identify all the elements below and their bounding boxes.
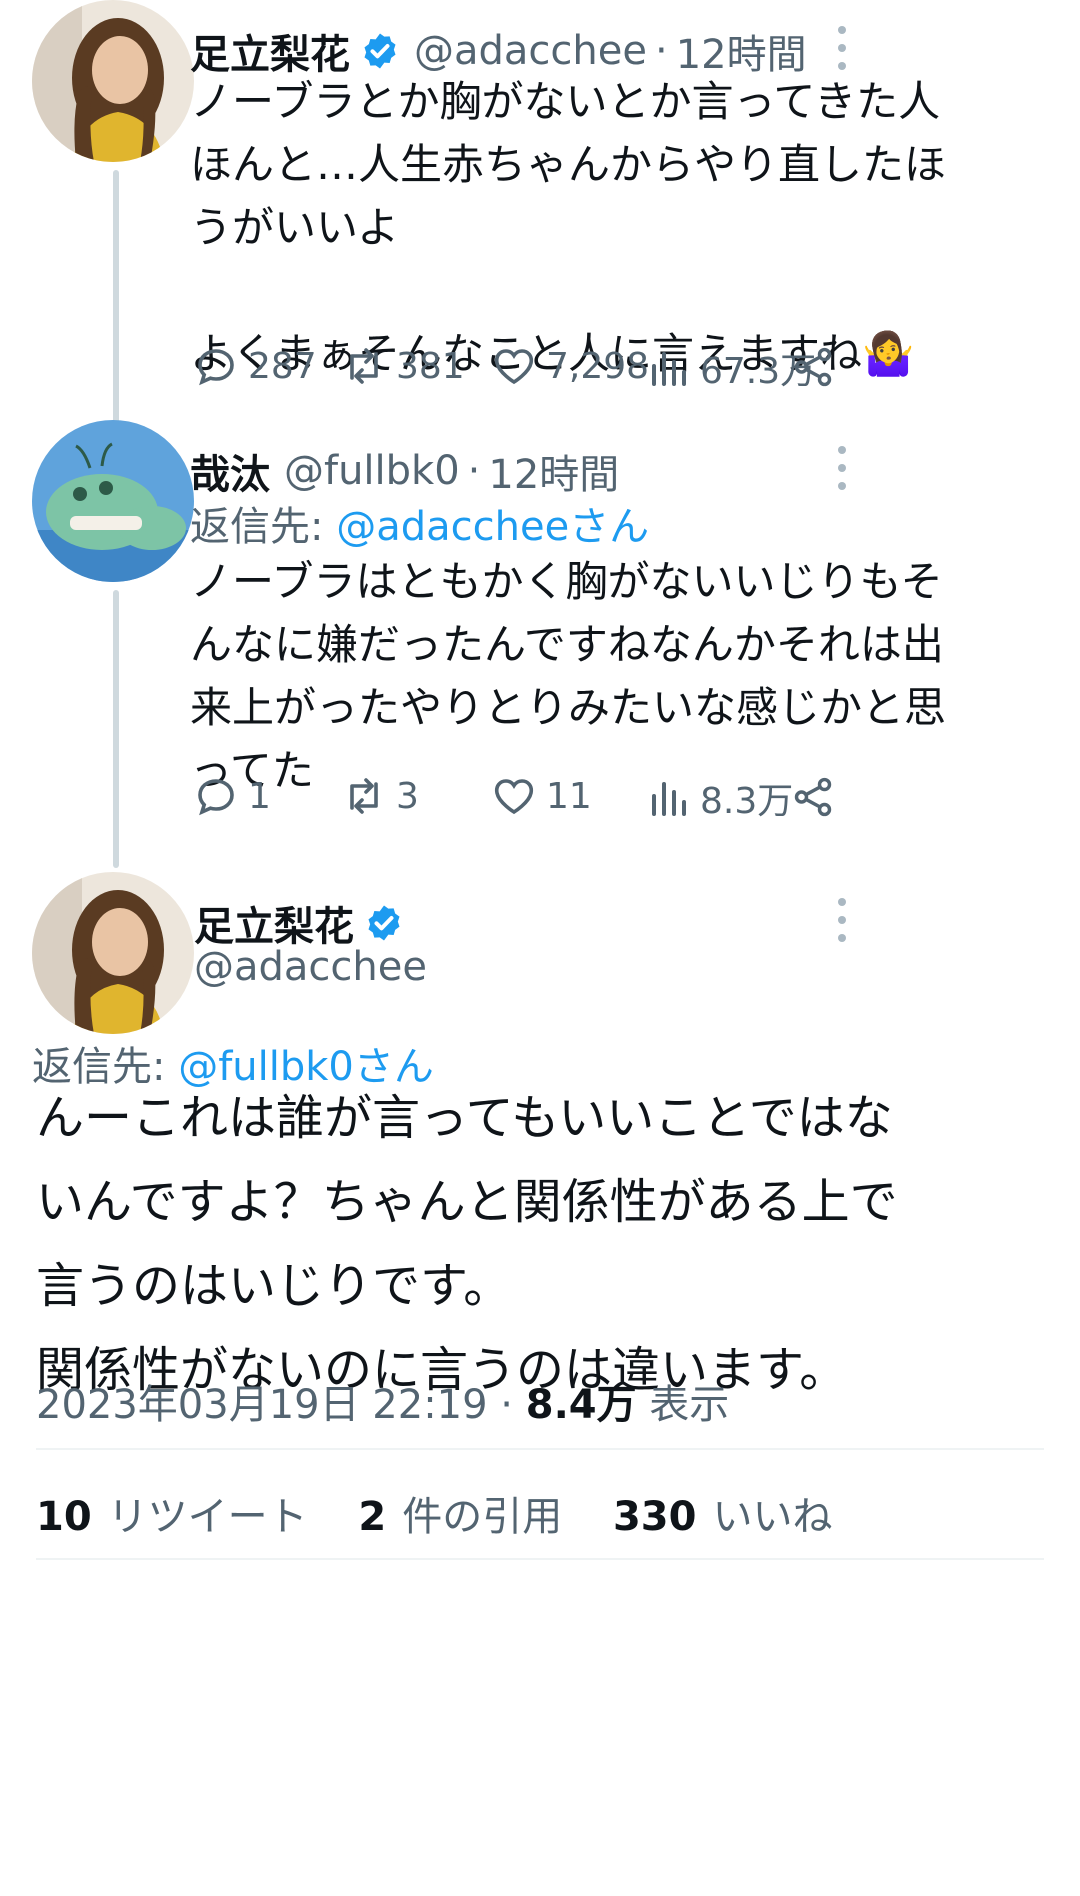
reply-count: 287 [248, 345, 317, 387]
verified-badge-icon [364, 33, 396, 69]
views-count: 8.4万 [525, 1382, 637, 1428]
share-icon [794, 777, 832, 817]
likes-label: いいね [712, 1494, 833, 1540]
tweet-thread: 足立梨花 @adacchee · 12時間 ノーブラとか胸がないとか言ってきた人… [0, 0, 1080, 1896]
quotes-count: 2 [358, 1494, 387, 1540]
share-button[interactable] [790, 774, 844, 820]
avatar[interactable] [32, 0, 194, 162]
avatar-photo [32, 872, 194, 1034]
tweet-timestamp[interactable]: 2023年03月19日 22:19 · [36, 1382, 526, 1428]
analytics-icon [652, 782, 686, 816]
retweet-count: 3 [396, 775, 419, 817]
tweet-text: ノーブラはともかく胸がないいじりもそ んなに嫌だったんですねなんかそれは出 来上… [190, 557, 947, 795]
likes-stat[interactable]: 330 いいね [613, 1494, 833, 1540]
tweet-meta: 2023年03月19日 22:19 · 8.4万 表示 [36, 1372, 729, 1430]
reply-icon [198, 349, 234, 386]
retweets-stat[interactable]: 10 リツイート [36, 1494, 308, 1540]
reply-icon [198, 779, 234, 816]
avatar[interactable] [32, 420, 194, 582]
divider [36, 1558, 1044, 1560]
handle[interactable]: @adacchee [194, 944, 427, 990]
reply-button[interactable]: 287 [192, 342, 317, 390]
avatar-photo [32, 420, 194, 582]
views-button[interactable]: 8.3万 [644, 772, 793, 824]
like-button[interactable]: 11 [490, 772, 592, 820]
quotes-stat[interactable]: 2 件の引用 [358, 1494, 562, 1540]
display-name[interactable]: 哉汰 [190, 442, 270, 500]
retweet-icon [350, 778, 378, 814]
reply-count: 1 [248, 775, 271, 817]
tweet-text: んーこれは誰が言ってもいいことではな いんですよ？ちゃんと関係性がある上で 言う… [36, 1090, 898, 1398]
retweet-count: 381 [396, 345, 465, 387]
thread-connector [113, 590, 119, 868]
separator-dot: · [654, 28, 668, 74]
view-count: 8.3万 [700, 781, 794, 822]
likes-count: 330 [612, 1494, 697, 1540]
tweet-header: 哉汰 @fullbk0 · 12時間 [190, 442, 619, 500]
retweet-button[interactable]: 381 [340, 342, 465, 390]
avatar[interactable] [32, 872, 194, 1034]
reply-prefix: 返信先: [190, 504, 337, 550]
heart-icon [494, 349, 534, 385]
retweets-label: リツイート [107, 1494, 308, 1540]
verified-badge-icon [368, 905, 400, 941]
share-button[interactable] [790, 344, 844, 390]
like-count: 7,298 [546, 345, 650, 387]
retweet-icon [350, 348, 378, 384]
handle[interactable]: @adacchee [414, 28, 647, 74]
more-options-icon[interactable] [832, 446, 852, 490]
more-options-icon[interactable] [832, 898, 852, 942]
more-options-icon[interactable] [832, 26, 852, 70]
retweets-count: 10 [36, 1494, 92, 1540]
heart-icon [494, 779, 534, 815]
analytics-icon [652, 352, 686, 386]
share-icon [794, 347, 832, 387]
separator-dot: · [467, 448, 481, 494]
avatar-photo [32, 0, 194, 162]
quotes-label: 件の引用 [402, 1494, 563, 1540]
engagement-stats: 10 リツイート 2 件の引用 330 いいね [36, 1484, 870, 1542]
handle[interactable]: @fullbk0 [284, 448, 460, 494]
views-label: 表示 [636, 1382, 730, 1428]
reply-context: 返信先: @adaccheeさん [190, 494, 649, 552]
handle-row: @adacchee [194, 944, 427, 990]
like-count: 11 [546, 775, 592, 817]
divider [36, 1448, 1044, 1450]
reply-button[interactable]: 1 [192, 772, 271, 820]
tweet-text: ノーブラとか胸がないとか言ってきた人 ほんと…人生赤ちゃんからやり直したほ うが… [190, 77, 947, 378]
retweet-button[interactable]: 3 [340, 772, 419, 820]
timestamp[interactable]: 12時間 [488, 442, 619, 500]
thread-connector [113, 170, 119, 440]
reply-mention-link[interactable]: @adaccheeさん [336, 504, 649, 550]
like-button[interactable]: 7,298 [490, 342, 649, 390]
